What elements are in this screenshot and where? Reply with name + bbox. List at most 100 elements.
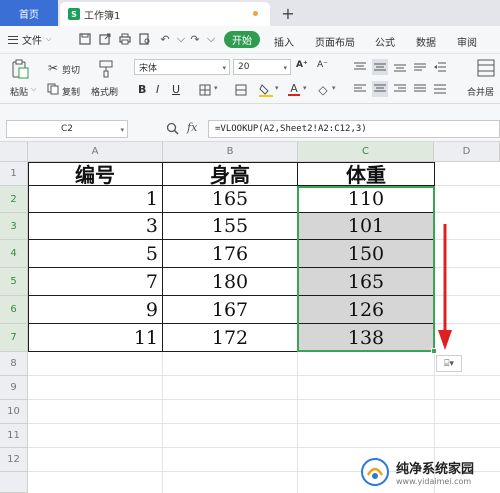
red-arrow-annotation xyxy=(438,224,452,350)
indent-decrease-icon[interactable] xyxy=(432,60,448,74)
row-header-6[interactable]: 6 xyxy=(0,296,28,324)
distribute-icon[interactable] xyxy=(432,82,448,96)
paste-dropdown-icon[interactable]: ⌵ xyxy=(31,85,36,94)
align-right-icon[interactable] xyxy=(392,82,408,96)
menu-tab-insert[interactable]: 插入 xyxy=(274,34,294,49)
active-cell[interactable]: 110 xyxy=(298,186,435,213)
format-painter-label[interactable]: 格式刷 xyxy=(91,85,118,98)
zoom-search-icon[interactable] xyxy=(165,121,179,135)
font-color-icon[interactable]: A xyxy=(287,81,301,97)
justify-icon[interactable] xyxy=(412,82,428,96)
shrink-font-icon[interactable]: A⁻ xyxy=(317,60,328,70)
tab-workbook[interactable]: S 工作簿1 xyxy=(60,2,270,26)
font-size-select[interactable]: 20 ▾ xyxy=(233,59,291,75)
grow-font-icon[interactable]: A⁺ xyxy=(296,60,308,70)
table-cell[interactable]: 7 xyxy=(28,268,163,296)
select-all-corner[interactable] xyxy=(0,142,28,162)
menu-tab-page-layout[interactable]: 页面布局 xyxy=(315,34,355,49)
italic-icon[interactable]: I xyxy=(156,83,159,96)
border-dropdown-icon[interactable]: ▾ xyxy=(214,84,218,92)
export-icon[interactable] xyxy=(98,32,112,46)
fill-color-icon[interactable] xyxy=(258,82,274,98)
table-cell[interactable]: 5 xyxy=(28,240,163,268)
print-preview-icon[interactable] xyxy=(138,32,152,46)
tab-home[interactable]: 首页 xyxy=(0,0,58,26)
row-header-5[interactable]: 5 xyxy=(0,268,28,296)
merge-cells-icon[interactable] xyxy=(234,83,248,97)
header-cell-height[interactable]: 身高 xyxy=(163,162,298,186)
scissors-icon[interactable]: ✂ xyxy=(46,61,60,75)
font-color-dropdown-icon[interactable]: ▾ xyxy=(303,84,307,92)
paste-label[interactable]: 粘贴 xyxy=(10,85,28,98)
quick-access-more-icon[interactable]: ⌵ xyxy=(204,32,218,46)
table-cell[interactable]: 101 xyxy=(298,213,435,240)
row-header-1[interactable]: 1 xyxy=(0,162,28,186)
redo-icon[interactable]: ↷ xyxy=(188,32,202,46)
table-cell[interactable]: 11 xyxy=(28,324,163,352)
table-cell[interactable]: 9 xyxy=(28,296,163,324)
table-cell[interactable]: 155 xyxy=(163,213,298,240)
header-cell-weight[interactable]: 体重 xyxy=(298,162,435,186)
table-cell[interactable]: 3 xyxy=(28,213,163,240)
align-center-icon[interactable] xyxy=(372,81,388,97)
column-header-b[interactable]: B xyxy=(163,142,298,162)
align-left-icon[interactable] xyxy=(352,82,368,96)
merge-center-icon[interactable] xyxy=(476,58,496,78)
align-middle-icon[interactable] xyxy=(372,59,388,75)
table-cell[interactable]: 167 xyxy=(163,296,298,324)
formula-input[interactable]: =VLOOKUP(A2,Sheet2!A2:C12,3) xyxy=(208,120,500,138)
row-header-8[interactable]: 8 xyxy=(0,352,28,376)
table-cell[interactable]: 1 xyxy=(28,186,163,213)
fill-color-dropdown-icon[interactable]: ▾ xyxy=(275,84,279,92)
font-name-select[interactable]: 宋体 ▾ xyxy=(134,59,230,75)
column-header-c[interactable]: C xyxy=(298,142,434,162)
row-header-9[interactable]: 9 xyxy=(0,376,28,400)
row-header-4[interactable]: 4 xyxy=(0,240,28,268)
row-header-7[interactable]: 7 xyxy=(0,324,28,352)
text-direction-icon[interactable] xyxy=(412,60,428,74)
table-cell[interactable]: 172 xyxy=(163,324,298,352)
auto-fill-options-button[interactable]: ⌸▾ xyxy=(436,355,462,372)
row-header-11[interactable]: 11 xyxy=(0,424,28,448)
table-cell[interactable]: 176 xyxy=(163,240,298,268)
save-icon[interactable] xyxy=(78,32,92,46)
undo-icon[interactable]: ↶ xyxy=(158,32,172,46)
table-cell[interactable]: 165 xyxy=(298,268,435,296)
menu-tab-review[interactable]: 审阅 xyxy=(457,34,477,49)
name-box[interactable]: C2 ▾ xyxy=(6,120,128,138)
menu-tab-start[interactable]: 开始 xyxy=(224,31,260,48)
insert-function-icon[interactable]: fx xyxy=(187,121,197,134)
column-header-a[interactable]: A xyxy=(28,142,163,162)
copy-label[interactable]: 复制 xyxy=(62,85,80,98)
merge-center-label[interactable]: 合并居 xyxy=(467,85,494,98)
paste-icon[interactable] xyxy=(10,59,30,79)
underline-icon[interactable]: U xyxy=(172,83,180,96)
clear-dropdown-icon[interactable]: ▾ xyxy=(332,84,336,92)
bold-icon[interactable]: B xyxy=(138,83,146,96)
print-icon[interactable] xyxy=(118,32,132,46)
align-bottom-icon[interactable] xyxy=(392,60,408,74)
row-header-13[interactable] xyxy=(0,472,28,493)
table-cell[interactable]: 150 xyxy=(298,240,435,268)
table-cell[interactable]: 180 xyxy=(163,268,298,296)
format-painter-icon[interactable] xyxy=(96,59,116,79)
copy-icon[interactable] xyxy=(46,82,60,96)
align-top-icon[interactable] xyxy=(352,60,368,74)
file-menu[interactable]: 文件 ⌵ xyxy=(8,32,51,47)
column-header-d[interactable]: D xyxy=(434,142,500,162)
eraser-icon[interactable]: ◇ xyxy=(316,83,330,97)
table-cell[interactable]: 126 xyxy=(298,296,435,324)
table-cell[interactable]: 165 xyxy=(163,186,298,213)
header-cell-id[interactable]: 编号 xyxy=(28,162,163,186)
undo-dropdown-icon[interactable]: ⌵ xyxy=(174,32,188,46)
menu-tab-formulas[interactable]: 公式 xyxy=(375,34,395,49)
row-header-12[interactable]: 12 xyxy=(0,448,28,472)
row-header-3[interactable]: 3 xyxy=(0,213,28,240)
new-tab-button[interactable]: + xyxy=(278,2,298,24)
row-header-10[interactable]: 10 xyxy=(0,400,28,424)
cut-label[interactable]: 剪切 xyxy=(62,63,80,76)
table-cell[interactable]: 138 xyxy=(298,324,435,352)
menu-tab-data[interactable]: 数据 xyxy=(416,34,436,49)
row-header-2[interactable]: 2 xyxy=(0,186,28,213)
border-icon[interactable] xyxy=(198,83,212,97)
